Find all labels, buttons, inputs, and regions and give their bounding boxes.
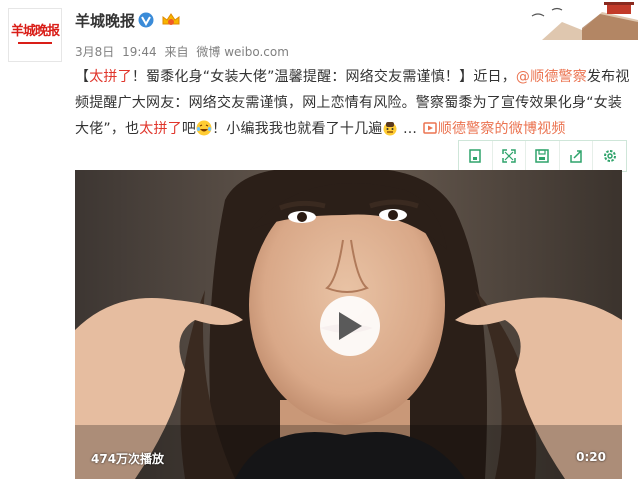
save-icon	[535, 149, 550, 163]
play-count: 474万次播放	[91, 452, 165, 466]
vip-icon[interactable]	[160, 11, 182, 29]
sweat-emoji-icon	[383, 122, 397, 136]
post-text-part: ！蜀黍化身“女装大佬”温馨提醒：网络交友需谨慎！】近日，	[131, 69, 516, 85]
post-from-label: 来自	[164, 45, 189, 59]
avatar-underline-icon	[17, 41, 52, 44]
share-button[interactable]	[560, 141, 594, 171]
video-toolbar	[458, 140, 627, 172]
user-name[interactable]: 羊城晚报	[75, 10, 135, 31]
video-link[interactable]: 顺德警察的微博视频	[438, 121, 566, 137]
fullscreen-button[interactable]	[493, 141, 527, 171]
post-meta: 3月8日 19:44 来自 微博 weibo.com	[75, 43, 293, 60]
post-date[interactable]: 3月8日	[75, 45, 114, 59]
video-duration: 0:20	[576, 450, 606, 464]
mini-window-icon	[469, 149, 482, 163]
mention-link[interactable]: @顺德警察	[516, 69, 587, 85]
expand-icon	[502, 149, 516, 163]
hashtag-emphasis: 太拼了	[89, 69, 132, 85]
video-player[interactable]: 474万次播放 0:20	[75, 170, 622, 479]
avatar[interactable]: 羊城晚报	[8, 8, 62, 62]
laugh-emoji-icon	[196, 120, 212, 136]
post-source[interactable]: 微博 weibo.com	[196, 45, 289, 59]
share-icon	[570, 150, 582, 163]
header-banner-decoration	[512, 0, 638, 40]
settings-icon	[603, 150, 616, 162]
play-icon	[339, 312, 362, 340]
avatar-logo-text: 羊城晚报	[10, 23, 60, 39]
post-text: 【太拼了！蜀黍化身“女装大佬”温馨提醒：网络交友需谨慎！】近日，@顺德警察发布视…	[75, 64, 630, 142]
save-button[interactable]	[526, 141, 560, 171]
avatar-logo: 羊城晚报	[10, 23, 60, 46]
ellipsis: ...	[398, 121, 422, 137]
hashtag-emphasis: 太拼了	[139, 121, 182, 137]
mini-window-button[interactable]	[459, 141, 493, 171]
post-text-part: 吧	[181, 121, 197, 137]
post-text-part: 【	[75, 69, 90, 85]
post-text-part: ！小编我我也就看了十几遍	[212, 121, 383, 137]
post-time[interactable]: 19:44	[122, 45, 157, 59]
verified-icon	[138, 12, 154, 28]
settings-button[interactable]	[593, 141, 626, 171]
play-button[interactable]	[320, 296, 380, 356]
link-icon[interactable]	[422, 120, 438, 136]
